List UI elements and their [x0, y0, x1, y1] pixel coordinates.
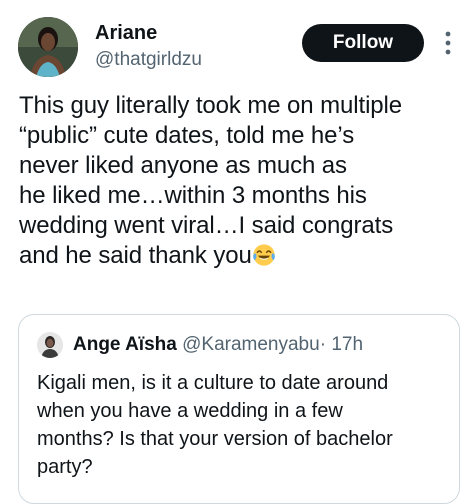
quoted-tweet-meta: Ange Aïsha @Karamenyabu· 17h [73, 332, 363, 358]
more-options-button[interactable] [440, 28, 456, 58]
author-display-name[interactable]: Ariane [95, 21, 157, 45]
author-handle[interactable]: @thatgirldzu [95, 48, 202, 72]
quoted-author-avatar [37, 332, 63, 358]
tweet-body: This guy literally took me on multiple “… [19, 91, 469, 271]
follow-button[interactable]: Follow [302, 24, 424, 62]
tweet-header: Ariane @thatgirldzu Follow [0, 0, 476, 90]
author-photo [18, 17, 78, 77]
quoted-author-photo [37, 332, 63, 358]
tweet-text: This guy literally took me on multiple “… [19, 92, 403, 269]
author-avatar[interactable] [18, 17, 78, 77]
quoted-author-display-name: Ange Aïsha [73, 334, 177, 355]
quoted-author-handle: @Karamenyabu [182, 334, 320, 355]
more-vertical-icon [445, 31, 451, 55]
quoted-tweet-time: 17h [331, 334, 364, 355]
quoted-tweet[interactable]: Ange Aïsha @Karamenyabu· 17h Kigali men,… [18, 314, 460, 504]
meta-separator: · [319, 334, 327, 355]
face-with-tears-of-joy-icon [252, 244, 275, 266]
quoted-tweet-text: Kigali men, is it a culture to date arou… [37, 372, 393, 478]
